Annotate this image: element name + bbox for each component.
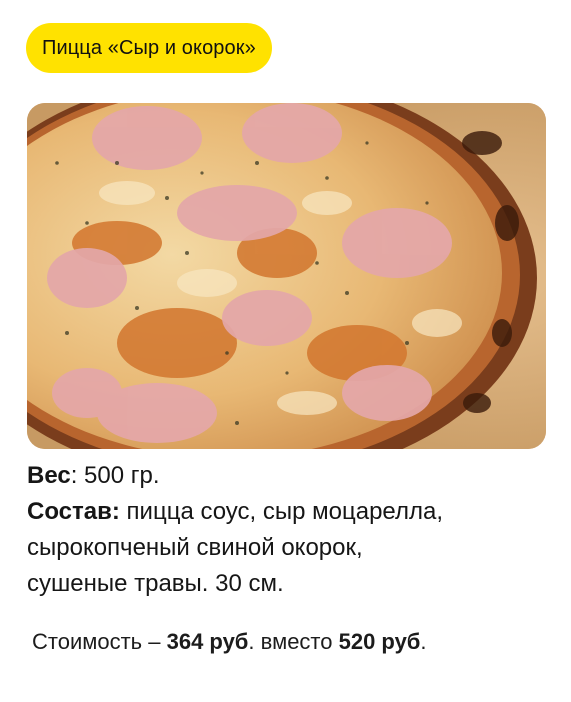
price-line: Стоимость – 364 руб. вместо 520 руб. <box>32 629 552 655</box>
price-middle-text: . вместо <box>248 629 339 654</box>
composition-line-3: сушеные травы. 30 см. <box>27 570 284 597</box>
weight-label: Вес <box>27 462 71 489</box>
composition-line-2-row: сырокопченый свиной окорок, <box>27 530 557 566</box>
composition-line-2: сырокопченый свиной окорок, <box>27 534 363 561</box>
pizza-illustration <box>27 103 546 449</box>
price-label: Стоимость – <box>32 629 167 654</box>
composition-label: Состав: <box>27 498 120 525</box>
composition-line-3-row: сушеные травы. 30 см. <box>27 566 557 602</box>
weight-row: Вес: 500 гр. <box>27 458 557 494</box>
price-end: . <box>420 629 427 654</box>
pizza-photo <box>27 103 546 449</box>
composition-line-1: пицца соус, сыр моцарелла, <box>119 498 443 525</box>
product-details: Вес: 500 гр. Состав: пицца соус, сыр моц… <box>27 458 557 602</box>
weight-value: : 500 гр. <box>70 462 160 489</box>
product-title: Пицца «Сыр и окорок» <box>42 36 256 59</box>
new-price: 364 руб <box>166 629 249 654</box>
product-title-badge: Пицца «Сыр и окорок» <box>26 23 272 73</box>
old-price: 520 руб <box>338 629 421 654</box>
composition-row: Состав: пицца соус, сыр моцарелла, <box>27 494 557 530</box>
